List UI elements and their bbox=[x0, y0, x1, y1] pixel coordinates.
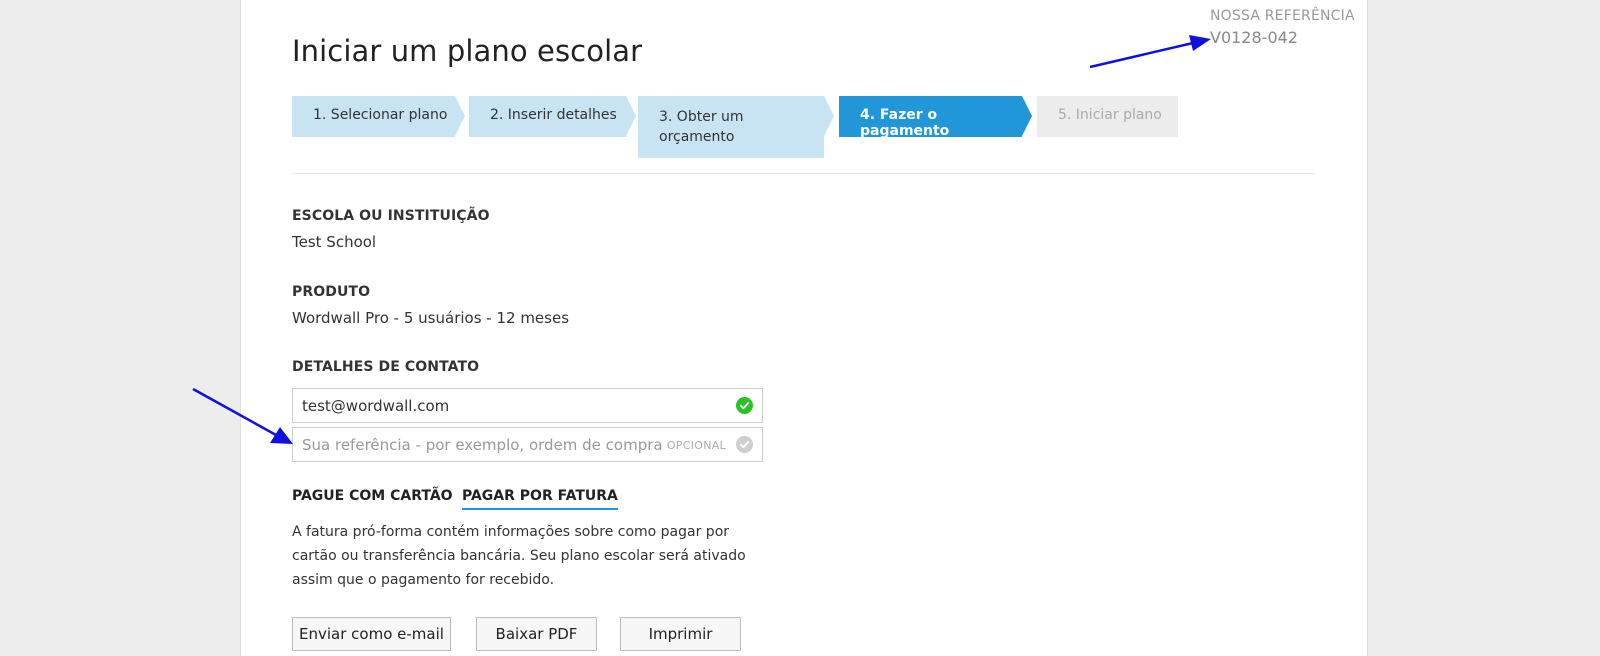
step-enter-details[interactable]: 2. Inserir detalhes bbox=[469, 96, 636, 137]
section-divider bbox=[292, 173, 1315, 174]
send-email-button[interactable]: Enviar como e-mail bbox=[292, 617, 451, 651]
step-chevron bbox=[626, 96, 636, 136]
reference-field-wrapper: OPCIONAL bbox=[292, 427, 763, 462]
school-value: Test School bbox=[292, 233, 377, 251]
step-label: 4. Fazer o pagamento bbox=[860, 107, 950, 139]
reference-label: NOSSA REFERÊNCIA bbox=[1210, 8, 1355, 24]
email-field[interactable] bbox=[293, 389, 762, 422]
school-label: ESCOLA OU INSTITUIÇÃO bbox=[292, 208, 490, 224]
download-pdf-button[interactable]: Baixar PDF bbox=[476, 617, 597, 651]
step-label: 3. Obter um orçamento bbox=[659, 109, 744, 145]
step-label: 2. Inserir detalhes bbox=[490, 107, 617, 123]
email-field-wrapper bbox=[292, 388, 763, 423]
tab-pay-by-invoice[interactable]: PAGAR POR FATURA bbox=[462, 488, 618, 510]
step-get-quote[interactable]: 3. Obter um orçamento bbox=[638, 96, 834, 158]
page-title: Iniciar um plano escolar bbox=[292, 34, 643, 68]
check-circle-icon bbox=[736, 436, 753, 453]
step-label: 1. Selecionar plano bbox=[313, 107, 448, 123]
invoice-description: A fatura pró-forma contém informações so… bbox=[292, 524, 746, 588]
our-reference: NOSSA REFERÊNCIA V0128-042 bbox=[1210, 8, 1355, 47]
step-chevron bbox=[824, 96, 834, 136]
contact-label: DETALHES DE CONTATO bbox=[292, 359, 480, 375]
step-chevron bbox=[1022, 96, 1032, 136]
step-start-plan: 5. Iniciar plano bbox=[1037, 96, 1178, 137]
step-label: 5. Iniciar plano bbox=[1058, 107, 1162, 123]
step-make-payment: 4. Fazer o pagamento bbox=[839, 96, 1032, 139]
optional-label: OPCIONAL bbox=[666, 439, 726, 452]
step-chevron bbox=[455, 96, 465, 136]
annotation-arrow-icon bbox=[1089, 35, 1211, 69]
reference-value: V0128-042 bbox=[1210, 28, 1298, 47]
print-button[interactable]: Imprimir bbox=[620, 617, 741, 651]
product-value: Wordwall Pro - 5 usuários - 12 meses bbox=[292, 309, 570, 327]
check-circle-icon bbox=[736, 397, 753, 414]
step-select-plan[interactable]: 1. Selecionar plano bbox=[292, 96, 465, 137]
tab-pay-by-card[interactable]: PAGUE COM CARTÃO bbox=[292, 488, 453, 508]
product-label: PRODUTO bbox=[292, 284, 371, 300]
annotation-arrow-icon bbox=[192, 387, 293, 444]
